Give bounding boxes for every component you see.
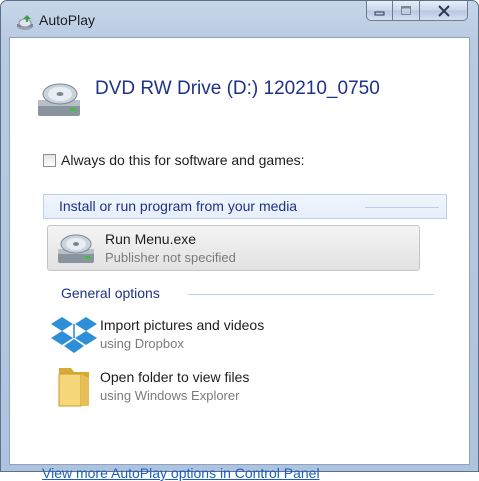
run-menu-subtitle: Publisher not specified [105, 250, 236, 265]
dvd-drive-icon [36, 76, 86, 126]
install-section-header: Install or run program from your media [43, 194, 447, 219]
import-pictures-option[interactable]: Import pictures and videos using Dropbox [47, 313, 420, 359]
general-options-title: General options [61, 285, 160, 301]
dropbox-icon [51, 315, 97, 361]
maximize-button[interactable] [393, 1, 420, 21]
always-do-this-row[interactable]: Always do this for software and games: [43, 152, 305, 168]
minimize-button[interactable] [366, 1, 393, 21]
autoplay-window: AutoPlay DVD RW Drive (D:) 120210_0750 A… [0, 0, 479, 481]
drive-title: DVD RW Drive (D:) 120210_0750 [95, 78, 380, 99]
client-area: DVD RW Drive (D:) 120210_0750 Always do … [9, 37, 470, 481]
close-icon [437, 4, 450, 17]
title-bar[interactable]: AutoPlay [1, 1, 478, 37]
close-button[interactable] [420, 1, 468, 21]
caption-buttons [366, 1, 468, 21]
section-divider [188, 294, 434, 295]
autoplay-icon [15, 13, 35, 33]
maximize-icon [401, 5, 411, 15]
dvd-drive-icon [56, 229, 100, 271]
always-do-this-label[interactable]: Always do this for software and games: [61, 152, 305, 168]
install-section-title: Install or run program from your media [59, 198, 298, 214]
control-panel-link[interactable]: View more AutoPlay options in Control Pa… [42, 465, 320, 481]
import-pictures-subtitle: using Dropbox [100, 336, 184, 351]
always-do-this-checkbox[interactable] [43, 153, 56, 167]
open-folder-title: Open folder to view files [100, 369, 250, 385]
open-folder-option[interactable]: Open folder to view files using Windows … [47, 364, 420, 410]
minimize-icon [374, 11, 384, 15]
import-pictures-title: Import pictures and videos [100, 317, 265, 333]
folder-icon [55, 364, 95, 412]
section-divider [365, 207, 439, 208]
run-menu-title: Run Menu.exe [105, 231, 197, 247]
window-title: AutoPlay [39, 12, 96, 28]
open-folder-subtitle: using Windows Explorer [100, 388, 240, 403]
run-menu-option[interactable]: Run Menu.exe Publisher not specified [47, 225, 420, 271]
